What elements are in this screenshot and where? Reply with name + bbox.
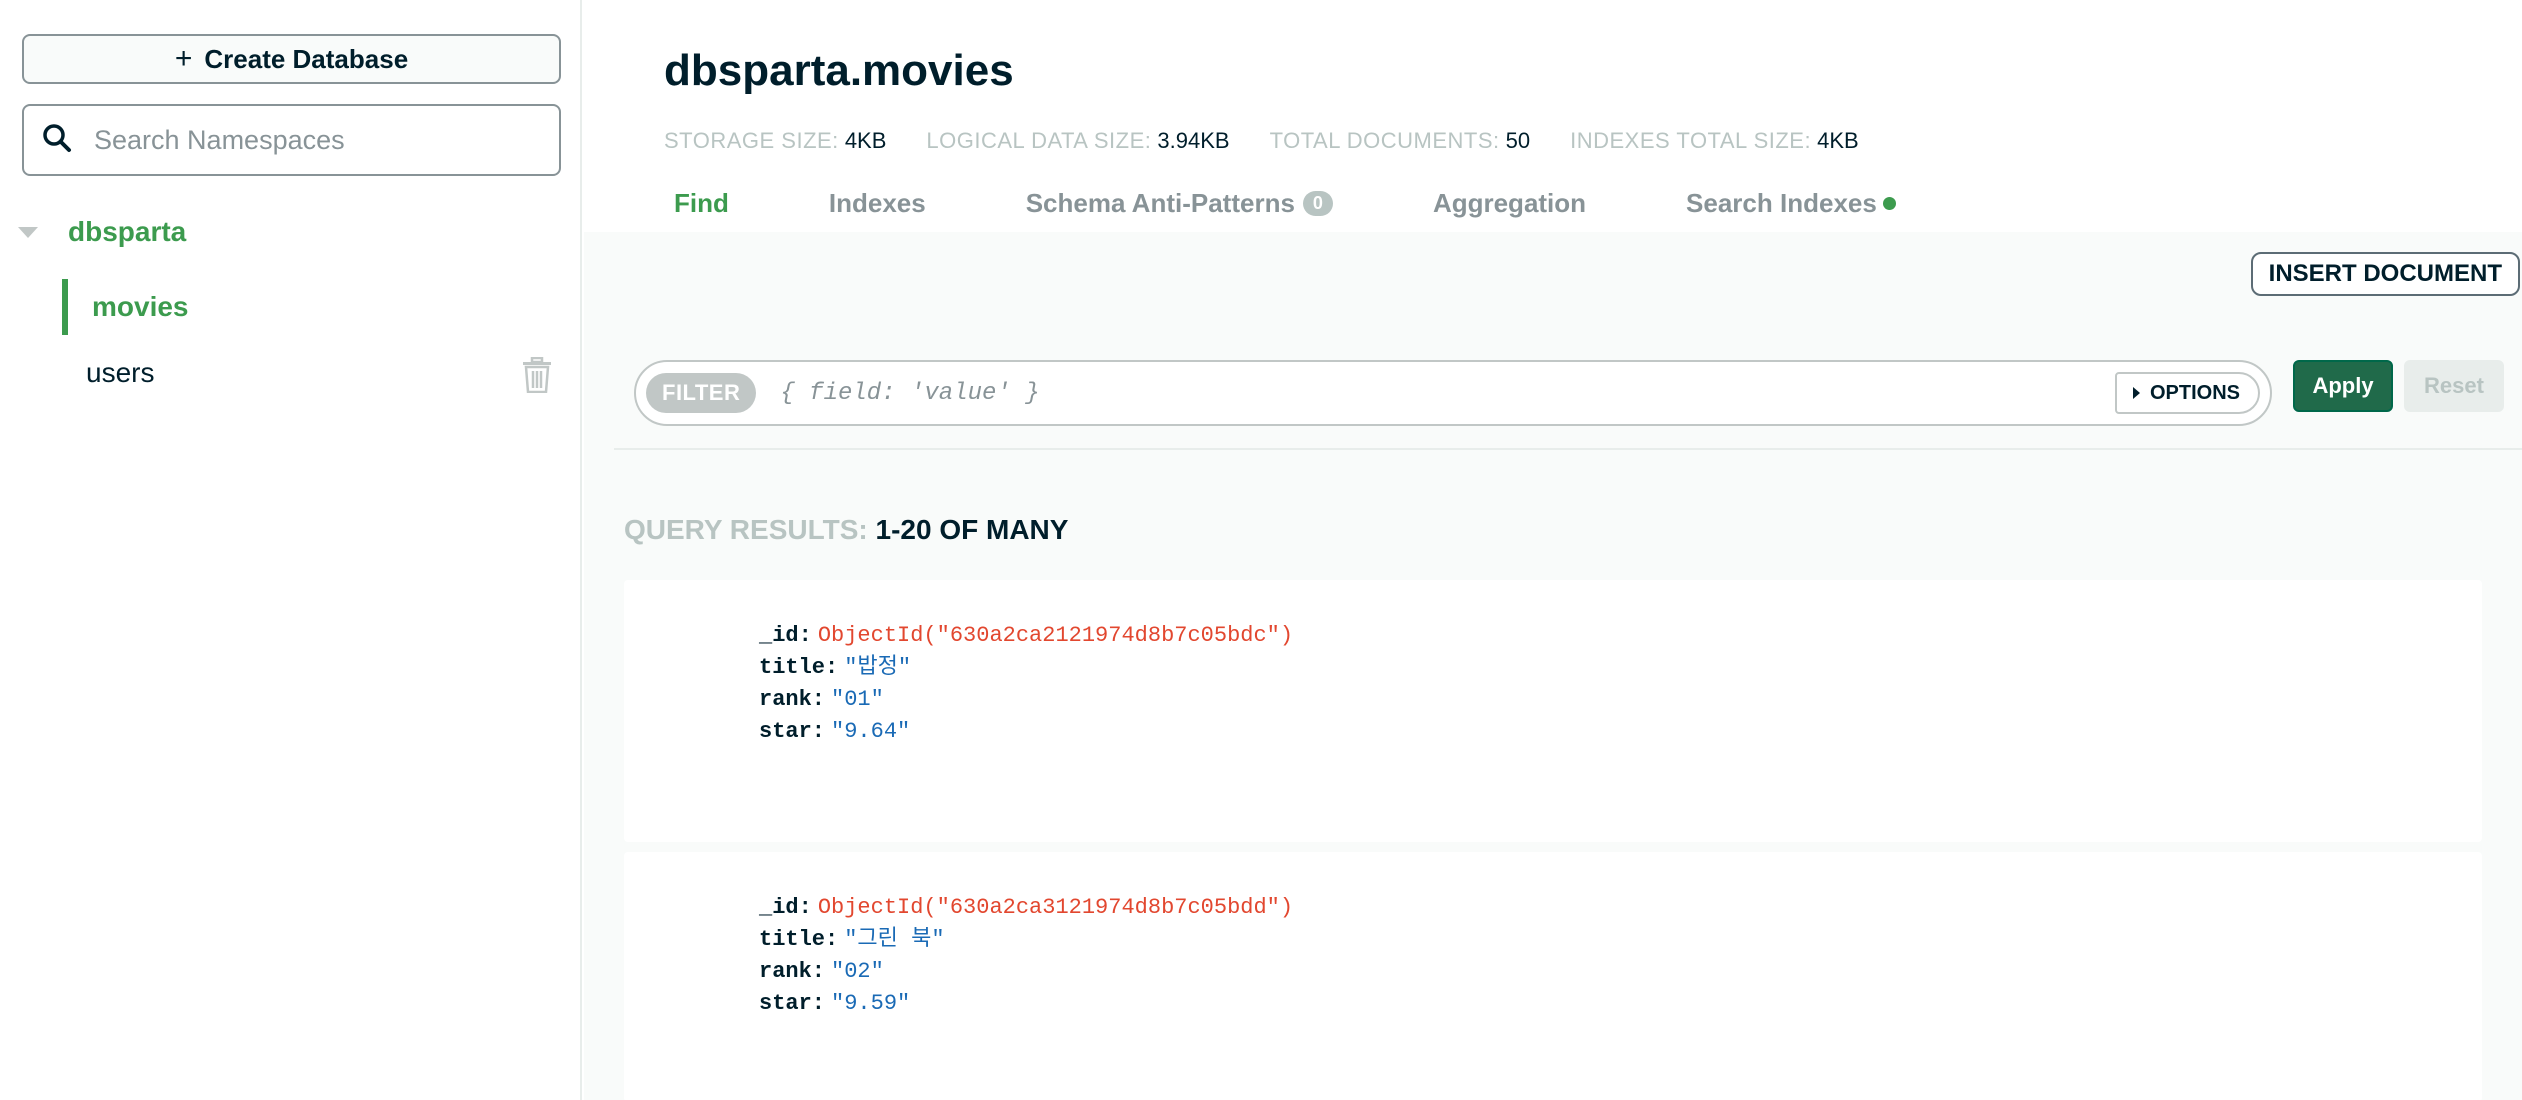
- search-namespaces-input[interactable]: [94, 124, 534, 156]
- field-key: star:: [759, 991, 826, 1016]
- query-results-label: QUERY RESULTS: 1-20 OF MANY: [624, 514, 1068, 546]
- database-name: dbsparta: [68, 216, 187, 247]
- filter-label: FILTER: [646, 373, 757, 413]
- field-key: rank:: [759, 687, 826, 712]
- tab-aggregation[interactable]: Aggregation: [1433, 188, 1586, 219]
- field-value: "9.64": [831, 719, 911, 744]
- sidebar-collection-users[interactable]: users: [62, 345, 567, 401]
- search-icon: [42, 123, 72, 158]
- collection-stats: STORAGE SIZE: 4KB LOGICAL DATA SIZE: 3.94K…: [664, 128, 1899, 154]
- stat-label: TOTAL DOCUMENTS:: [1269, 128, 1500, 153]
- stat-label: INDEXES TOTAL SIZE:: [1570, 128, 1812, 153]
- options-label: OPTIONS: [2149, 381, 2240, 404]
- tab-label: Find: [674, 188, 729, 218]
- namespace-title: dbsparta.movies: [664, 46, 1014, 95]
- collection-name: users: [86, 357, 155, 388]
- stat-storage-size: STORAGE SIZE: 4KB: [664, 128, 886, 154]
- documents-view: INSERT DOCUMENT FILTER OPTIONS Apply Res…: [584, 232, 2522, 1100]
- stat-label: STORAGE SIZE:: [664, 128, 839, 153]
- sidebar-collection-movies[interactable]: movies: [62, 279, 562, 335]
- caret-right-icon: [2132, 387, 2140, 399]
- document-fields: _id: ObjectId("630a2ca2121974d8b7c05bdc")…: [759, 620, 1293, 748]
- field-key: _id:: [759, 895, 812, 920]
- field-title: title: "밥정": [759, 652, 1293, 684]
- stat-total-documents: TOTAL DOCUMENTS: 50: [1270, 128, 1531, 154]
- field-value: "02": [831, 959, 884, 984]
- sidebar-database-dbsparta[interactable]: dbsparta: [18, 212, 186, 252]
- stat-indexes-total-size: INDEXES TOTAL SIZE: 4KB: [1570, 128, 1859, 154]
- tab-schema-anti-patterns[interactable]: Schema Anti-Patterns 0: [1026, 188, 1333, 219]
- stat-value: 4KB: [1817, 128, 1859, 153]
- plus-icon: +: [174, 42, 193, 75]
- field-value: "9.59": [831, 991, 911, 1016]
- field-value: "그린 북": [844, 927, 945, 952]
- document-card[interactable]: _id: ObjectId("630a2ca2121974d8b7c05bdc")…: [624, 580, 2482, 842]
- filter-input[interactable]: [780, 379, 2115, 407]
- count-badge: 0: [1302, 191, 1333, 216]
- results-range: 1-20 OF MANY: [875, 514, 1069, 545]
- field-star: star: "9.59": [759, 988, 1293, 1020]
- create-database-button[interactable]: + Create Database: [22, 34, 561, 84]
- field-value: ObjectId("630a2ca3121974d8b7c05bdd"): [817, 895, 1294, 920]
- collection-header: dbsparta.movies STORAGE SIZE: 4KB LOGICAL…: [584, 0, 2522, 232]
- status-dot-icon: [1882, 197, 1896, 210]
- filter-bar: FILTER OPTIONS: [634, 360, 2272, 426]
- field-title: title: "그린 북": [759, 924, 1293, 956]
- tab-label: Search Indexes: [1686, 188, 1877, 218]
- field-id: _id: ObjectId("630a2ca3121974d8b7c05bdd"): [759, 892, 1293, 924]
- sidebar: + Create Database dbsparta movies users: [0, 0, 582, 1100]
- field-rank: rank: "02": [759, 956, 1293, 988]
- tab-label: Schema Anti-Patterns: [1025, 188, 1295, 218]
- stat-value: 3.94KB: [1157, 128, 1230, 153]
- document-card[interactable]: _id: ObjectId("630a2ca3121974d8b7c05bdd")…: [624, 852, 2482, 1100]
- insert-document-button[interactable]: INSERT DOCUMENT: [2250, 252, 2520, 296]
- document-fields: _id: ObjectId("630a2ca3121974d8b7c05bdd")…: [759, 892, 1293, 1020]
- caret-down-icon[interactable]: [18, 226, 38, 238]
- tab-label: Indexes: [828, 188, 926, 218]
- reset-button[interactable]: Reset: [2404, 360, 2504, 412]
- main-panel: dbsparta.movies STORAGE SIZE: 4KB LOGICAL…: [584, 0, 2522, 1100]
- field-id: _id: ObjectId("630a2ca2121974d8b7c05bdc"): [759, 620, 1293, 652]
- field-star: star: "9.64": [759, 716, 1293, 748]
- collection-name: movies: [92, 291, 189, 322]
- field-rank: rank: "01": [759, 684, 1293, 716]
- collection-tabs: Find Indexes Schema Anti-Patterns 0 Aggr…: [674, 188, 1996, 219]
- field-key: rank:: [759, 959, 826, 984]
- field-key: _id:: [759, 623, 812, 648]
- stat-value: 50: [1505, 128, 1531, 153]
- field-key: title:: [759, 927, 839, 952]
- search-namespaces-box[interactable]: [22, 104, 561, 176]
- field-value: "밥정": [844, 655, 912, 680]
- stat-label: LOGICAL DATA SIZE:: [926, 128, 1152, 153]
- trash-icon[interactable]: [521, 356, 553, 394]
- results-prefix: QUERY RESULTS:: [624, 514, 868, 545]
- tab-search-indexes[interactable]: Search Indexes: [1686, 188, 1896, 219]
- stat-value: 4KB: [844, 128, 887, 153]
- apply-button[interactable]: Apply: [2293, 360, 2393, 412]
- stat-logical-data-size: LOGICAL DATA SIZE: 3.94KB: [926, 128, 1229, 154]
- field-key: star:: [759, 719, 826, 744]
- options-button[interactable]: OPTIONS: [2114, 372, 2260, 414]
- divider: [614, 448, 2522, 450]
- tab-label: Aggregation: [1432, 188, 1587, 218]
- create-database-label: Create Database: [204, 43, 409, 74]
- field-key: title:: [759, 655, 839, 680]
- tab-find[interactable]: Find: [674, 188, 729, 219]
- field-value: ObjectId("630a2ca2121974d8b7c05bdc"): [817, 623, 1294, 648]
- field-value: "01": [831, 687, 884, 712]
- tab-indexes[interactable]: Indexes: [829, 188, 926, 219]
